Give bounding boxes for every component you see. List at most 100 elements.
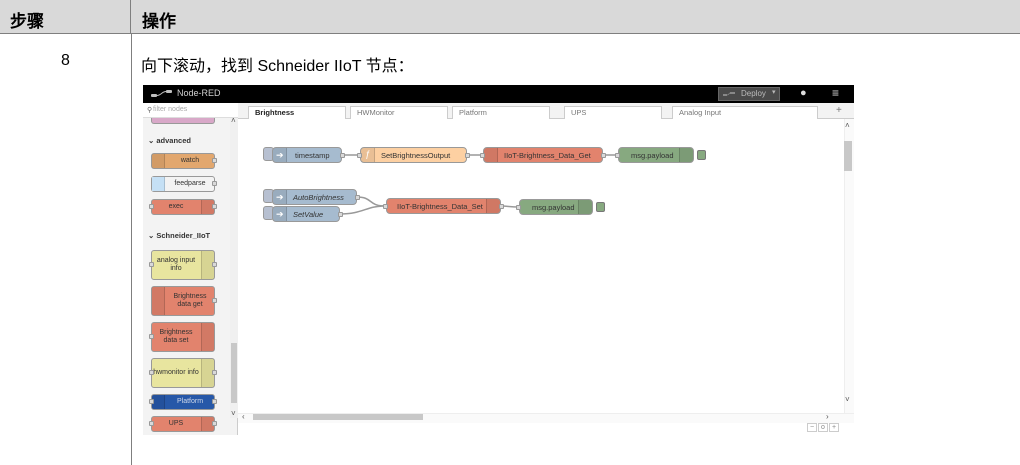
output-port[interactable] <box>355 195 360 200</box>
flow-node-set-brightness-output-label: SetBrightnessOutput <box>381 150 451 160</box>
tab-ups[interactable]: UPS <box>564 106 662 119</box>
debug-toggle-button[interactable] <box>697 150 706 160</box>
input-port[interactable] <box>149 204 154 209</box>
canvas-horizontal-thumb[interactable] <box>253 414 423 420</box>
palette-node-hwmonitor-label: hwmonitor info <box>153 369 199 376</box>
flow-node-iiot-get-label: IIoT-Brightness_Data_Get <box>504 150 591 160</box>
flow-node-set-value[interactable]: ➔ SetValue <box>272 206 343 222</box>
zoom-out-icon[interactable]: − <box>807 423 817 432</box>
output-port[interactable] <box>601 153 606 158</box>
input-port[interactable] <box>516 205 521 210</box>
category-advanced[interactable]: ⌄ advanced <box>148 136 191 145</box>
zoom-in-icon[interactable]: + <box>829 423 839 432</box>
flow-node-timestamp-label: timestamp <box>295 150 330 160</box>
flow-node-auto-brightness[interactable]: ➔ AutoBrightness <box>272 189 360 205</box>
flow-node-msg-payload-1[interactable]: msg.payload <box>615 147 694 163</box>
output-port[interactable] <box>212 370 217 375</box>
watch-icon <box>152 154 165 168</box>
palette-node-feedparse-label: feedparse <box>174 180 206 187</box>
iiot-set-icon <box>486 199 500 213</box>
input-port[interactable] <box>149 399 154 404</box>
canvas-vertical-thumb[interactable] <box>844 141 852 171</box>
flow-node-set-brightness-output[interactable]: ƒ SetBrightnessOutput <box>357 147 470 163</box>
palette-node-platform[interactable]: Platform <box>149 394 217 410</box>
flow-canvas[interactable]: ➔ timestamp ƒ SetBrightnessOutput IIoT-B… <box>238 119 844 413</box>
output-port[interactable] <box>212 158 217 163</box>
feed-icon <box>152 177 165 191</box>
caret-down-icon[interactable]: ▾ <box>772 88 776 96</box>
tab-brightness[interactable]: Brightness <box>248 106 346 120</box>
category-advanced-label: advanced <box>156 136 191 145</box>
input-port[interactable] <box>149 334 154 339</box>
palette-node-ups[interactable]: UPS <box>149 416 217 432</box>
palette-node-analog-label: analog input info <box>156 257 196 272</box>
menu-icon[interactable]: ≡ <box>832 86 839 100</box>
inject-arrow-icon: ➔ <box>273 190 287 204</box>
scroll-up-icon[interactable]: ˄ <box>231 116 236 125</box>
header-step-label: 步骤 <box>10 12 44 31</box>
step-instruction: 向下滚动，找到 Schneider IIoT 节点： <box>141 58 414 75</box>
search-icon: ⚲ <box>147 107 153 114</box>
scroll-down-icon[interactable]: ˅ <box>845 395 850 404</box>
output-port[interactable] <box>212 298 217 303</box>
scroll-right-icon[interactable]: › <box>826 412 829 421</box>
output-port[interactable] <box>212 421 217 426</box>
palette-node-exec[interactable]: exec <box>149 199 217 215</box>
palette-node-brightness-set[interactable]: Brightness data set <box>149 322 215 352</box>
palette-filter[interactable]: ⚲ filter nodes <box>143 103 238 118</box>
output-port[interactable] <box>212 399 217 404</box>
input-port[interactable] <box>615 153 620 158</box>
flow-node-msg-payload-1-label: msg.payload <box>631 150 674 160</box>
output-port[interactable] <box>212 262 217 267</box>
brightness-set-icon <box>201 323 214 351</box>
flow-node-timestamp[interactable]: ➔ timestamp <box>272 147 345 163</box>
input-port[interactable] <box>480 153 485 158</box>
app-title: Node-RED <box>177 88 221 98</box>
palette-node-exec-label: exec <box>168 203 184 210</box>
scroll-up-icon[interactable]: ˄ <box>845 121 850 130</box>
palette-node-feedparse[interactable]: feedparse <box>151 176 217 192</box>
input-port[interactable] <box>383 204 388 209</box>
scroll-left-icon[interactable]: ‹ <box>242 412 245 421</box>
flow-node-iiot-set[interactable]: IIoT-Brightness_Data_Set <box>383 198 504 214</box>
palette-node-brightness-get[interactable]: Brightness data get <box>151 286 217 316</box>
scroll-down-icon[interactable]: ˅ <box>231 409 236 418</box>
user-icon[interactable]: ● <box>800 87 807 99</box>
header-operation-label: 操作 <box>142 12 176 31</box>
brightness-get-icon <box>152 287 165 315</box>
output-port[interactable] <box>465 153 470 158</box>
deploy-button[interactable]: Deploy ▾ <box>718 87 780 101</box>
add-tab-icon[interactable]: + <box>836 105 842 116</box>
flow-wires <box>339 154 617 215</box>
deploy-label: Deploy <box>741 89 766 98</box>
nodered-header: Node-RED Deploy ▾ ● ≡ <box>143 85 854 103</box>
palette-node-hwmonitor[interactable]: hwmonitor info <box>149 358 217 388</box>
zoom-controls: − o + <box>806 423 854 433</box>
palette-node-brightness-set-label: Brightness data set <box>159 329 193 344</box>
input-port[interactable] <box>357 153 362 158</box>
flow-node-iiot-set-label: IIoT-Brightness_Data_Set <box>397 201 483 211</box>
output-port[interactable] <box>212 204 217 209</box>
category-schneider[interactable]: ⌄ Schneider_IIoT <box>148 231 210 240</box>
flow-node-msg-payload-2[interactable]: msg.payload <box>516 199 593 215</box>
palette-node-analog-input[interactable]: analog input info <box>149 250 217 280</box>
palette-node-partial[interactable] <box>151 118 215 124</box>
output-port[interactable] <box>212 181 217 186</box>
output-port[interactable] <box>340 153 345 158</box>
deploy-icon <box>723 92 735 96</box>
input-port[interactable] <box>149 370 154 375</box>
flow-node-iiot-get[interactable]: IIoT-Brightness_Data_Get <box>480 147 606 163</box>
zoom-reset-icon[interactable]: o <box>818 423 828 432</box>
input-port[interactable] <box>149 262 154 267</box>
palette-scroll-thumb[interactable] <box>231 343 237 403</box>
output-port[interactable] <box>338 212 343 217</box>
tab-platform[interactable]: Platform <box>452 106 550 119</box>
palette-filter-input[interactable]: filter nodes <box>153 106 187 113</box>
tab-hwmonitor[interactable]: HWMonitor <box>350 106 448 119</box>
palette-node-watch[interactable]: watch <box>151 153 217 169</box>
debug-toggle-button[interactable] <box>596 202 605 212</box>
nodered-logo-icon <box>151 90 172 97</box>
output-port[interactable] <box>499 204 504 209</box>
tab-analog-input[interactable]: Analog Input <box>672 106 818 119</box>
input-port[interactable] <box>149 421 154 426</box>
